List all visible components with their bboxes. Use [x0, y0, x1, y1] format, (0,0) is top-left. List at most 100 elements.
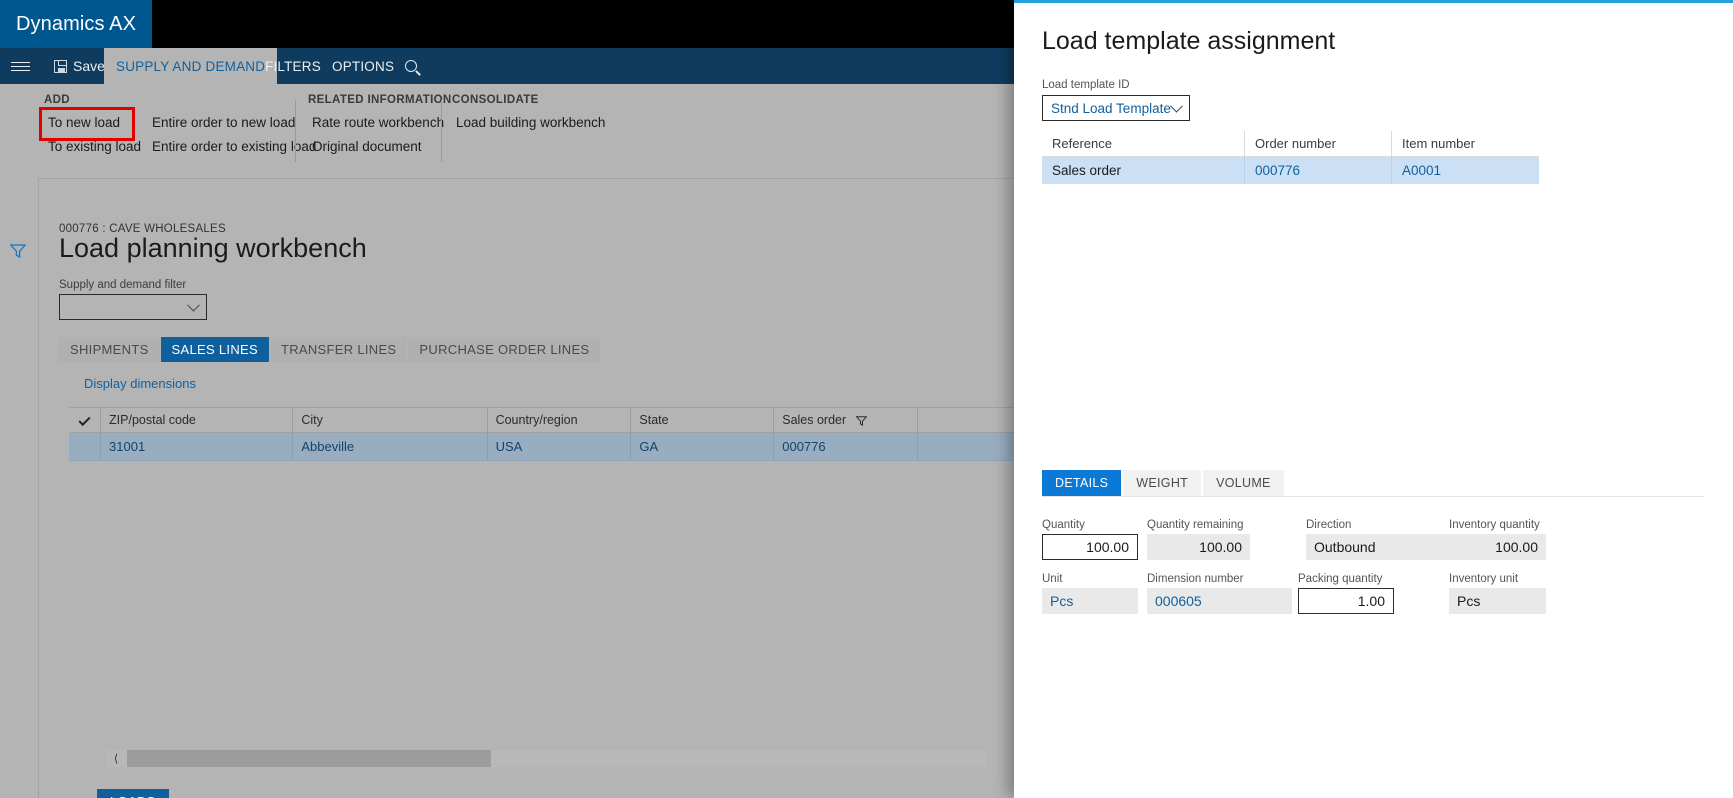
scrollbar-thumb[interactable] [127, 750, 491, 767]
title-bar: Dynamics AX [0, 0, 1014, 48]
dialog-reference-grid: Reference Order number Item number Sales… [1042, 131, 1539, 184]
action-load-building-workbench[interactable]: Load building workbench [452, 111, 612, 135]
dialog-cell-item-number[interactable]: A0001 [1391, 157, 1539, 184]
field-direction-label: Direction [1306, 519, 1352, 531]
tab-supply-and-demand-label: SUPPLY AND DEMAND [116, 58, 266, 74]
dialog-column-header-order-number[interactable]: Order number [1244, 131, 1391, 156]
field-unit-label: Unit [1042, 573, 1063, 585]
detail-tab-details[interactable]: DETAILS [1042, 470, 1122, 496]
action-to-new-load[interactable]: To new load [44, 111, 148, 135]
supply-demand-filter-select[interactable] [59, 294, 207, 320]
display-dimensions-link[interactable]: Display dimensions [84, 376, 196, 391]
sales-lines-grid: ZIP/postal code City Country/region Stat… [69, 407, 1014, 461]
table-row[interactable]: 31001 Abbeville USA GA 000776 [69, 432, 1014, 461]
checkmark-icon [78, 413, 91, 427]
dialog-detail-tabs: DETAILS WEIGHT VOLUME [1042, 470, 1286, 496]
field-packing-quantity: Packing quantity 1.00 [1298, 573, 1394, 614]
tab-sales-lines[interactable]: SALES LINES [160, 337, 269, 362]
cell-sales-order[interactable]: 000776 [773, 432, 917, 461]
row-select-checkbox[interactable] [69, 433, 100, 461]
load-template-id-select[interactable]: Stnd Load Template [1042, 95, 1190, 121]
field-inventory-unit: Inventory unit Pcs [1449, 573, 1546, 614]
scroll-left-icon[interactable]: ⟨ [107, 750, 125, 767]
dialog-table-row[interactable]: Sales order 000776 A0001 [1042, 157, 1539, 184]
direction-value: Outbound [1306, 534, 1458, 560]
field-inventory-unit-label: Inventory unit [1449, 573, 1519, 585]
unit-value: Pcs [1042, 588, 1138, 614]
action-group-add: ADD To new load To existing load Entire … [44, 94, 316, 159]
save-icon [54, 59, 67, 73]
action-entire-order-to-existing-load[interactable]: Entire order to existing load [148, 135, 316, 159]
dialog-title: Load template assignment [1042, 27, 1336, 55]
column-header-sales-order[interactable]: Sales order [773, 407, 917, 433]
quantity-remaining-value: 100.00 [1147, 534, 1250, 560]
field-dimension-number-label: Dimension number [1147, 573, 1244, 585]
cell-zip[interactable]: 31001 [100, 432, 292, 461]
sort-filter-icon [855, 416, 867, 426]
tab-purchase-order-lines[interactable]: PURCHASE ORDER LINES [408, 337, 601, 362]
field-inventory-quantity-label: Inventory quantity [1449, 519, 1540, 531]
column-header-sales-order-label: Sales order [782, 413, 847, 427]
field-unit: Unit Pcs [1042, 573, 1138, 614]
action-group-consolidate: CONSOLIDATE Load building workbench [452, 94, 612, 135]
navigation-menu-button[interactable] [0, 48, 40, 84]
filter-icon[interactable] [10, 244, 26, 258]
action-rate-route-workbench[interactable]: Rate route workbench [308, 111, 444, 135]
load-template-id-value: Stnd Load Template [1051, 101, 1171, 116]
app-brand: Dynamics AX [0, 0, 152, 48]
action-entire-order-to-new-load[interactable]: Entire order to new load [148, 111, 308, 135]
search-button[interactable] [393, 48, 429, 84]
field-quantity: Quantity 100.00 [1042, 519, 1138, 560]
column-header-city[interactable]: City [292, 407, 486, 433]
action-pane: ADD To new load To existing load Entire … [0, 84, 1014, 178]
filter-rail [0, 178, 38, 798]
action-group-related-col-1: Rate route workbench Original document [308, 111, 444, 159]
main-application-window: Dynamics AX Save SUPPLY AND DEMAND FILTE… [0, 0, 1014, 798]
tab-supply-and-demand[interactable]: SUPPLY AND DEMAND [104, 48, 278, 84]
tab-shipments[interactable]: SHIPMENTS [59, 337, 160, 362]
column-header-country-region[interactable]: Country/region [486, 407, 631, 433]
field-quantity-remaining-label: Quantity remaining [1147, 519, 1244, 531]
action-group-consolidate-col-1: Load building workbench [452, 111, 612, 135]
page-content: 000776 : CAVE WHOLESALES Load planning w… [38, 178, 1014, 798]
grid-horizontal-scrollbar[interactable]: ⟨ [107, 750, 987, 767]
cell-overflow [917, 432, 1014, 461]
packing-quantity-input[interactable]: 1.00 [1298, 588, 1394, 614]
action-original-document[interactable]: Original document [308, 135, 433, 159]
detail-tab-weight[interactable]: WEIGHT [1123, 470, 1202, 496]
load-template-assignment-dialog: Load template assignment Load template I… [1014, 0, 1733, 798]
screen-root: Dynamics AX Save SUPPLY AND DEMAND FILTE… [0, 0, 1733, 798]
action-to-existing-load[interactable]: To existing load [44, 135, 148, 159]
dialog-column-header-reference[interactable]: Reference [1042, 131, 1244, 156]
tab-transfer-lines[interactable]: TRANSFER LINES [269, 337, 408, 362]
tab-filters-label: FILTERS [265, 58, 321, 74]
field-quantity-remaining: Quantity remaining 100.00 [1147, 519, 1250, 560]
chevron-down-icon [187, 298, 200, 312]
cell-state[interactable]: GA [630, 432, 773, 461]
dialog-cell-order-number[interactable]: 000776 [1244, 157, 1391, 184]
save-button-label: Save [73, 58, 105, 74]
action-group-add-title: ADD [44, 94, 70, 106]
chevron-down-icon [1170, 99, 1183, 113]
column-header-zip[interactable]: ZIP/postal code [100, 407, 292, 433]
loads-section-tab[interactable]: LOADS [97, 789, 169, 798]
select-all-checkbox[interactable] [69, 407, 100, 433]
dialog-cell-reference[interactable]: Sales order [1042, 157, 1244, 184]
action-pane-separator-2 [441, 100, 442, 162]
cell-country-region[interactable]: USA [486, 432, 631, 461]
dimension-number-value: 000605 [1147, 588, 1292, 614]
action-group-add-col-2: Entire order to new load Entire order to… [148, 111, 316, 159]
detail-tab-volume[interactable]: VOLUME [1203, 470, 1284, 496]
load-template-id-label: Load template ID [1042, 79, 1130, 91]
menu-bar: Save SUPPLY AND DEMAND FILTERS OPTIONS [0, 48, 1014, 84]
search-icon [402, 57, 420, 75]
action-group-related-information: RELATED INFORMATION Rate route workbench… [308, 94, 452, 159]
dialog-detail-tabs-underline [1042, 496, 1704, 497]
hamburger-icon [10, 61, 30, 71]
quantity-input[interactable]: 100.00 [1042, 534, 1138, 560]
dialog-accent-bar [1014, 0, 1733, 3]
column-header-state[interactable]: State [630, 407, 773, 433]
cell-city[interactable]: Abbeville [292, 432, 486, 461]
dialog-column-header-item-number[interactable]: Item number [1391, 131, 1539, 156]
field-inventory-quantity: Inventory quantity 100.00 [1449, 519, 1546, 560]
